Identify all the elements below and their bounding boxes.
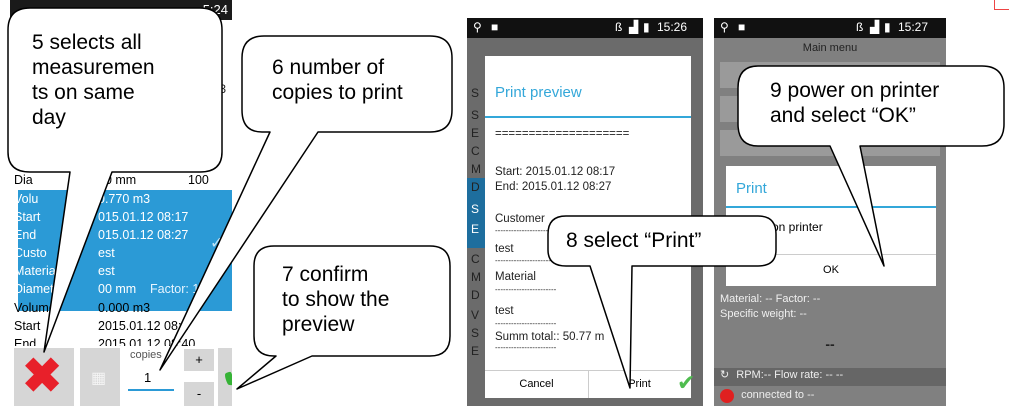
callout-line: 5 selects all [32,31,142,54]
callout-line: preview [282,313,355,336]
callout-7-text: 7 confirm to show the preview [282,262,389,337]
callout-line: 6 number of [272,56,385,79]
callout-line: ts on same [32,81,135,104]
callout-line: 9 power on printer [770,79,940,102]
callout-9-text: 9 power on printer and select “OK” [770,78,939,128]
callout-line: 8 select “Print” [566,229,702,252]
callout-line: measuremen [32,56,155,79]
callout-8-text: 8 select “Print” [566,228,701,253]
callout-line: to show the [282,288,390,311]
callout-6-text: 6 number of copies to print [272,55,403,105]
callout-line: 7 confirm [282,263,369,286]
callout-line: day [32,106,66,129]
corner-mark [994,0,1009,10]
callout-line: copies to print [272,81,403,104]
callout-5-text: 5 selects all measuremen ts on same day [32,30,155,130]
callout-line: and select “OK” [770,104,916,127]
